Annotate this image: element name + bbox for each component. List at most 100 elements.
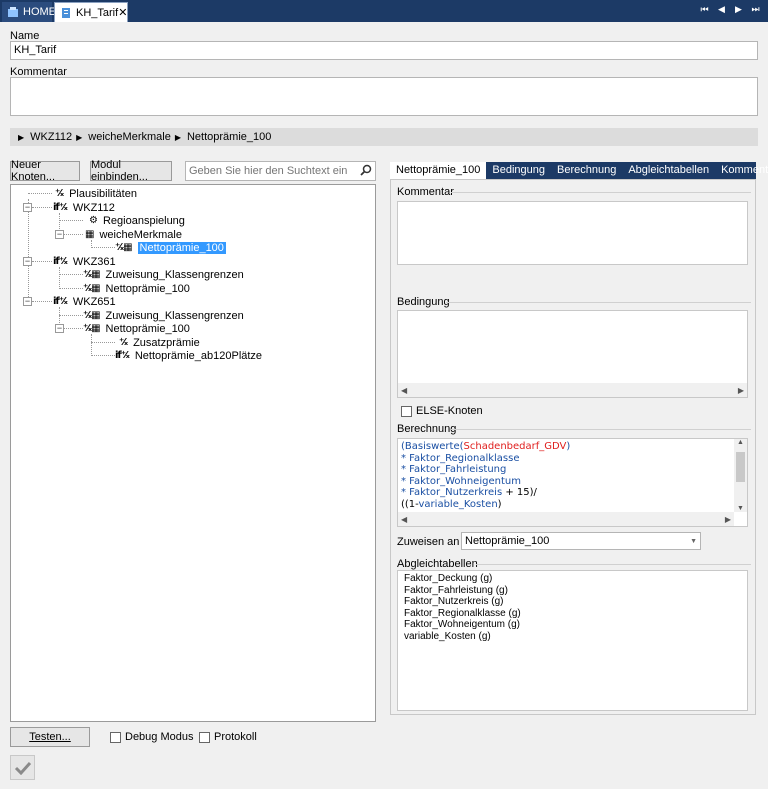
collapse-toggle-nettopraemie[interactable]: − — [55, 324, 64, 333]
tab-kh-tarif-label: KH_Tarif — [76, 6, 119, 19]
chevron-down-icon[interactable]: ▼ — [690, 538, 697, 545]
gear-icon: ⚙ — [89, 215, 98, 226]
tree-node[interactable]: ⁺⁄ₓ Zusatzprämie — [119, 336, 200, 349]
breadcrumb-arrow-icon: ▶ — [18, 132, 25, 142]
group-title-comment: Kommentar — [397, 186, 454, 198]
condition-hscrollbar[interactable]: ◀ ▶ — [398, 383, 747, 397]
assign-label: Zuweisen an — [397, 536, 460, 548]
list-item[interactable]: Faktor_Nutzerkreis (g) — [404, 596, 521, 608]
else-node-check[interactable] — [401, 405, 412, 417]
tree-node[interactable]: ⁺⁄ₓ▦ Zuweisung_Klassengrenzen — [83, 309, 244, 322]
tree-node[interactable]: if⁺⁄ₓ Nettoprämie_ab120Plätze — [115, 349, 262, 362]
group-title-calculation: Berechnung — [397, 423, 457, 435]
tab-bar: HOME KH_Tarif ✕ ⏮ ◀ ▶ ⏭ — [0, 0, 768, 22]
scroll-down-icon[interactable]: ▼ — [734, 505, 747, 512]
formula-table-icon: ⁺⁄ₓ▦ — [83, 310, 101, 321]
if-icon: if⁺⁄ₓ — [53, 296, 68, 307]
search-input[interactable] — [185, 161, 376, 181]
list-item[interactable]: Faktor_Deckung (g) — [404, 573, 521, 585]
last-tab-icon[interactable]: ⏭ — [749, 4, 762, 15]
tree-node[interactable]: ⁺⁄ₓ▦ Nettoprämie_100 — [83, 282, 190, 295]
scroll-left-icon[interactable]: ◀ — [401, 515, 407, 524]
scroll-up-icon[interactable]: ▲ — [734, 439, 747, 446]
collapse-toggle-weichemerkmale[interactable]: − — [55, 230, 64, 239]
embed-module-button[interactable]: Modul einbinden... — [90, 159, 172, 183]
list-item[interactable]: Faktor_Fahrleistung (g) — [404, 585, 521, 597]
next-tab-icon[interactable]: ▶ — [732, 4, 745, 15]
home-icon — [7, 6, 19, 18]
tree-node[interactable]: if⁺⁄ₓ WKZ112 — [53, 201, 115, 214]
tree-node[interactable]: ⁺⁄ₓ▦ Nettoprämie_100 — [83, 322, 190, 335]
tree-node[interactable]: if⁺⁄ₓ WKZ651 — [53, 295, 116, 308]
protocol-check[interactable] — [199, 731, 210, 743]
tree-node[interactable]: ⁺⁄ₓ Plausibilitäten — [55, 187, 137, 200]
tab-bedingung[interactable]: Bedingung — [486, 162, 551, 179]
name-field[interactable]: KH_Tarif — [10, 41, 758, 60]
tables-list[interactable]: Faktor_Deckung (g) Faktor_Fahrleistung (… — [397, 570, 748, 711]
list-item[interactable]: Faktor_Regionalklasse (g) — [404, 608, 521, 620]
close-icon[interactable]: ✕ — [118, 6, 127, 19]
formula-table-icon: ⁺⁄ₓ▦ — [83, 323, 101, 334]
protocol-checkbox[interactable]: Protokoll — [199, 731, 257, 743]
scroll-thumb[interactable] — [736, 452, 745, 482]
if-icon: if⁺⁄ₓ — [53, 256, 68, 267]
breadcrumb-item-wkz112[interactable]: WKZ112 — [30, 131, 72, 143]
debug-mode-check[interactable] — [110, 731, 121, 743]
calculation-editor[interactable]: (Basiswerte(Schadenbedarf_GDV) * Faktor_… — [397, 438, 748, 527]
breadcrumb-item-weichemerkmale[interactable]: weicheMerkmale — [88, 131, 171, 143]
tab-nettopraemie[interactable]: Nettoprämie_100 — [390, 162, 487, 179]
formula-table-icon: ⁺⁄ₓ▦ — [115, 242, 133, 253]
table-icon: ▦ — [85, 229, 95, 240]
calculation-vscrollbar[interactable]: ▲ ▼ — [734, 439, 747, 512]
collapse-toggle-wkz112[interactable]: − — [23, 203, 32, 212]
comment-field[interactable] — [10, 77, 758, 116]
first-tab-icon[interactable]: ⏮ — [698, 4, 711, 15]
list-item[interactable]: Faktor_Wohneigentum (g) — [404, 619, 521, 631]
debug-mode-checkbox[interactable]: Debug Modus — [110, 731, 194, 743]
tab-berechnung[interactable]: Berechnung — [551, 162, 622, 179]
else-node-checkbox[interactable]: ELSE-Knoten — [401, 405, 483, 417]
tab-kh-tarif[interactable]: KH_Tarif ✕ — [54, 2, 128, 22]
tab-home-label: HOME — [23, 6, 56, 18]
apply-button[interactable] — [10, 755, 35, 780]
calculation-hscrollbar[interactable]: ◀ ▶ — [398, 512, 734, 526]
tree-node[interactable]: ▦ weicheMerkmale — [85, 228, 182, 241]
condition-editor[interactable]: ◀ ▶ — [397, 310, 748, 398]
breadcrumb-arrow-icon: ▶ — [174, 132, 181, 142]
detail-tabs: Nettoprämie_100 Bedingung Berechnung Abg… — [390, 162, 768, 179]
tree-node[interactable]: ⚙ Regioanspielung — [89, 214, 185, 227]
tab-navigation: ⏮ ◀ ▶ ⏭ — [698, 4, 762, 15]
new-node-button[interactable]: Neuer Knoten... — [10, 159, 80, 183]
group-title-tables: Abgleichtabellen — [397, 558, 478, 570]
formula-icon: ⁺⁄ₓ — [55, 188, 64, 199]
checkmark-icon — [14, 761, 31, 775]
assign-select[interactable]: Nettoprämie_100 ▼ — [461, 532, 701, 550]
if-icon: if⁺⁄ₓ — [115, 350, 130, 361]
collapse-toggle-wkz651[interactable]: − — [23, 297, 32, 306]
formula-table-icon: ⁺⁄ₓ▦ — [83, 283, 101, 294]
node-tree: − − − − − ⁺⁄ₓ Plausibilitäten if⁺⁄ₓ WKZ1… — [10, 184, 376, 722]
collapse-toggle-wkz361[interactable]: − — [23, 257, 32, 266]
breadcrumb: ▶ WKZ112 ▶ weicheMerkmale ▶ Nettoprämie_… — [10, 128, 758, 146]
scroll-left-icon[interactable]: ◀ — [401, 386, 407, 395]
detail-panel: Kommentar Bedingung ◀ ▶ ELSE-Knoten Bere… — [390, 179, 756, 715]
tab-home[interactable]: HOME — [2, 2, 56, 22]
breadcrumb-arrow-icon: ▶ — [76, 132, 83, 142]
node-comment-field[interactable] — [397, 201, 748, 265]
tree-node[interactable]: if⁺⁄ₓ WKZ361 — [53, 255, 116, 268]
search-icon[interactable] — [360, 164, 372, 179]
tree-node[interactable]: ⁺⁄ₓ▦ Zuweisung_Klassengrenzen — [83, 268, 244, 281]
prev-tab-icon[interactable]: ◀ — [715, 4, 728, 15]
scroll-right-icon[interactable]: ▶ — [725, 515, 731, 524]
test-button[interactable]: Testen... — [10, 727, 90, 747]
tab-abgleichtabellen[interactable]: Abgleichtabellen — [622, 162, 715, 179]
document-icon — [60, 7, 72, 19]
formula-icon: ⁺⁄ₓ — [119, 337, 128, 348]
tab-kommentar[interactable]: Kommentar — [715, 162, 768, 179]
scroll-right-icon[interactable]: ▶ — [738, 386, 744, 395]
breadcrumb-item-nettopraemie[interactable]: Nettoprämie_100 — [187, 131, 271, 143]
formula-table-icon: ⁺⁄ₓ▦ — [83, 269, 101, 280]
list-item[interactable]: variable_Kosten (g) — [404, 631, 521, 643]
group-title-condition: Bedingung — [397, 296, 450, 308]
tree-node-selected[interactable]: ⁺⁄ₓ▦ Nettoprämie_100 — [115, 241, 226, 254]
